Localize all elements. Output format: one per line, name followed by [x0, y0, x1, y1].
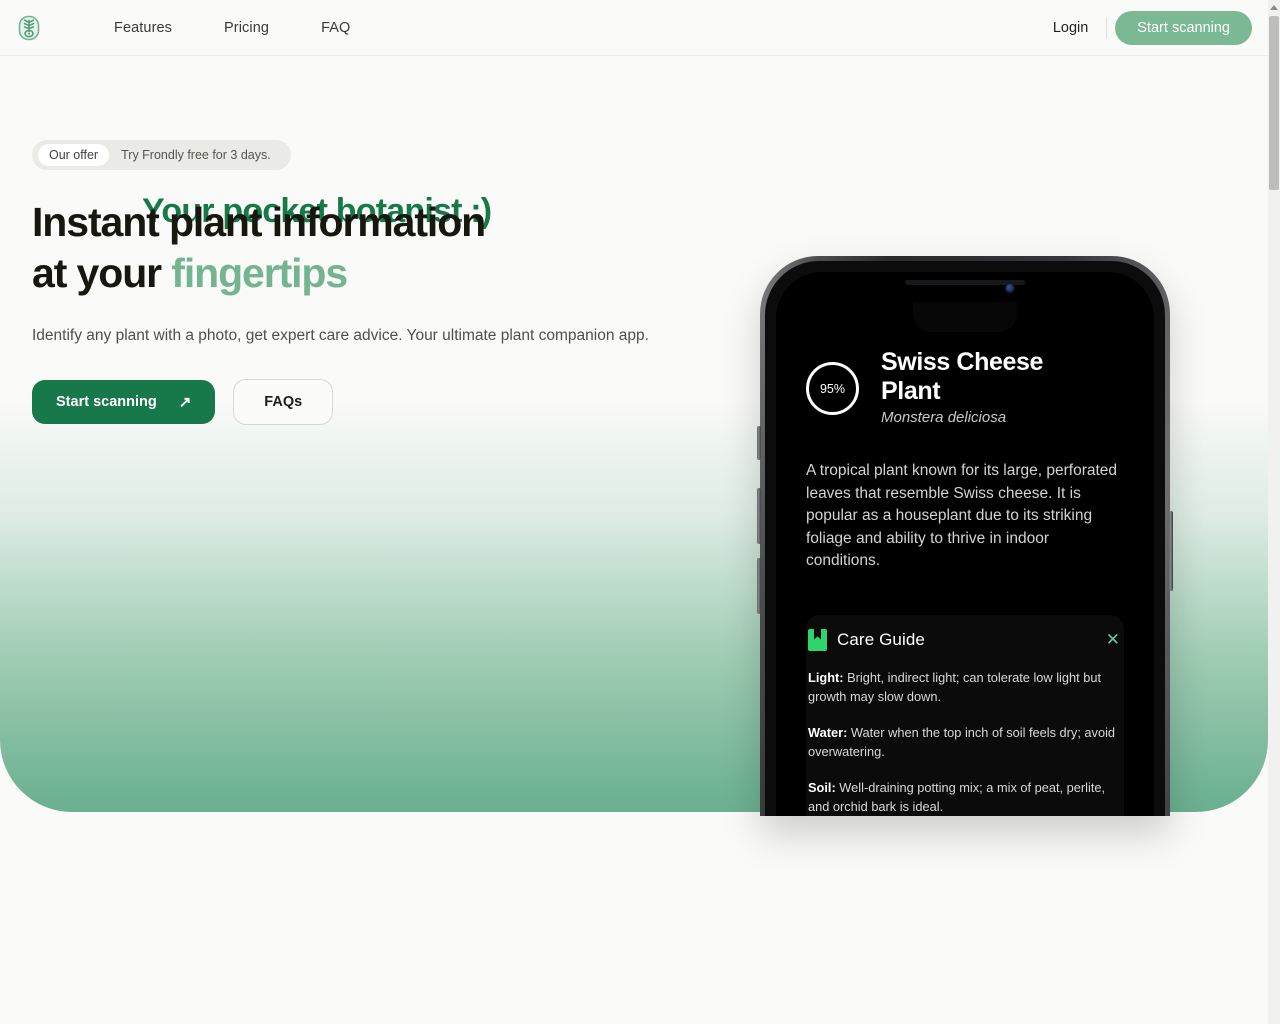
nav-link-faq[interactable]: FAQ	[295, 14, 376, 42]
close-icon[interactable]: ✕	[1106, 631, 1122, 648]
phone-volume-up-button[interactable]	[757, 488, 761, 544]
offer-badge-text: Try Frondly free for 3 days.	[121, 148, 271, 162]
care-guide-item-water-label: Water:	[808, 724, 848, 740]
nav-links: Features Pricing FAQ	[88, 14, 376, 42]
phone-mute-switch[interactable]	[757, 426, 761, 460]
hero-title-line2: at your fingertips	[32, 250, 732, 296]
scrollbar-up-arrow-icon[interactable]	[1268, 0, 1280, 14]
phone-camera-icon	[1005, 284, 1015, 293]
hero-start-scanning-label: Start scanning	[56, 394, 157, 410]
plant-header: 95% Swiss Cheese Plant Monstera delicios…	[806, 348, 1124, 426]
navbar-actions: Login Start scanning	[1037, 10, 1252, 45]
care-guide-item-light-text: Bright, indirect light; can tolerate low…	[808, 669, 1102, 704]
offer-badge-pill: Our offer	[38, 144, 110, 166]
care-guide-item-soil-text: Well-draining potting mix; a mix of peat…	[808, 779, 1106, 814]
match-confidence-ring: 95%	[806, 362, 859, 415]
login-link[interactable]: Login	[1037, 14, 1104, 42]
lower-section	[0, 812, 1268, 1024]
nav-link-features[interactable]: Features	[88, 14, 198, 42]
offer-badge[interactable]: Our offer Try Frondly free for 3 days.	[32, 140, 291, 170]
match-confidence-value: 95%	[819, 381, 846, 396]
hero-title-line1: Instant plant information	[32, 199, 486, 245]
hero-faqs-button[interactable]: FAQs	[233, 379, 334, 425]
hero-start-scanning-button[interactable]: Start scanning ↗	[32, 380, 216, 424]
phone-bezel: 95% Swiss Cheese Plant Monstera delicios…	[765, 261, 1165, 816]
plant-latin-name: Monstera deliciosa	[881, 409, 1007, 426]
phone-volume-down-button[interactable]	[757, 558, 761, 614]
nav-link-pricing[interactable]: Pricing	[198, 14, 295, 42]
frondly-logo[interactable]	[14, 13, 44, 43]
hero-title-line2-prefix: at your	[32, 250, 172, 296]
plant-name-block: Swiss Cheese Plant Monstera deliciosa	[881, 348, 1071, 426]
care-guide-item-light: Light: Bright, indirect light; can toler…	[808, 668, 1122, 706]
phone-notch	[913, 302, 1017, 332]
hero-actions: Start scanning ↗ FAQs	[32, 379, 732, 425]
navbar-start-scanning-button[interactable]: Start scanning	[1115, 10, 1252, 45]
page-scrollbar[interactable]	[1268, 0, 1280, 1024]
care-guide-header: Care Guide ✕	[808, 628, 1122, 651]
care-guide-card: Care Guide ✕ Light: Bright, indirect lig…	[806, 614, 1124, 816]
page-title: Instant plant information at your finger…	[32, 199, 732, 296]
care-guide-item-soil: Soil: Well-draining potting mix; a mix o…	[808, 778, 1122, 816]
phone-power-button[interactable]	[1169, 511, 1173, 591]
hero-subtitle: Identify any plant with a photo, get exp…	[32, 327, 649, 344]
navbar: Features Pricing FAQ Login Start scannin…	[0, 0, 1268, 56]
care-guide-item-soil-label: Soil:	[808, 779, 836, 795]
arrow-up-right-icon: ↗	[178, 393, 192, 411]
page-root: Features Pricing FAQ Login Start scannin…	[0, 0, 1280, 1024]
care-guide-item-water: Water: Water when the top inch of soil f…	[808, 723, 1122, 761]
phone-screen: 95% Swiss Cheese Plant Monstera delicios…	[776, 272, 1154, 816]
navbar-divider	[1106, 16, 1108, 39]
plant-description: A tropical plant known for its large, pe…	[806, 462, 1118, 569]
scrollbar-thumb[interactable]	[1269, 16, 1279, 190]
plant-name: Swiss Cheese Plant	[881, 348, 1043, 405]
book-icon	[808, 628, 827, 651]
plant-detail-view: 95% Swiss Cheese Plant Monstera delicios…	[776, 334, 1154, 816]
care-guide-title: Care Guide	[837, 629, 925, 649]
care-guide-item-water-text: Water when the top inch of soil feels dr…	[808, 724, 1116, 759]
care-guide-item-light-label: Light:	[808, 669, 844, 685]
hero-content: Our offer Try Frondly free for 3 days. I…	[32, 140, 732, 425]
phone-mockup: 95% Swiss Cheese Plant Monstera delicios…	[757, 256, 1173, 816]
hero-title-accent: fingertips	[171, 250, 348, 296]
